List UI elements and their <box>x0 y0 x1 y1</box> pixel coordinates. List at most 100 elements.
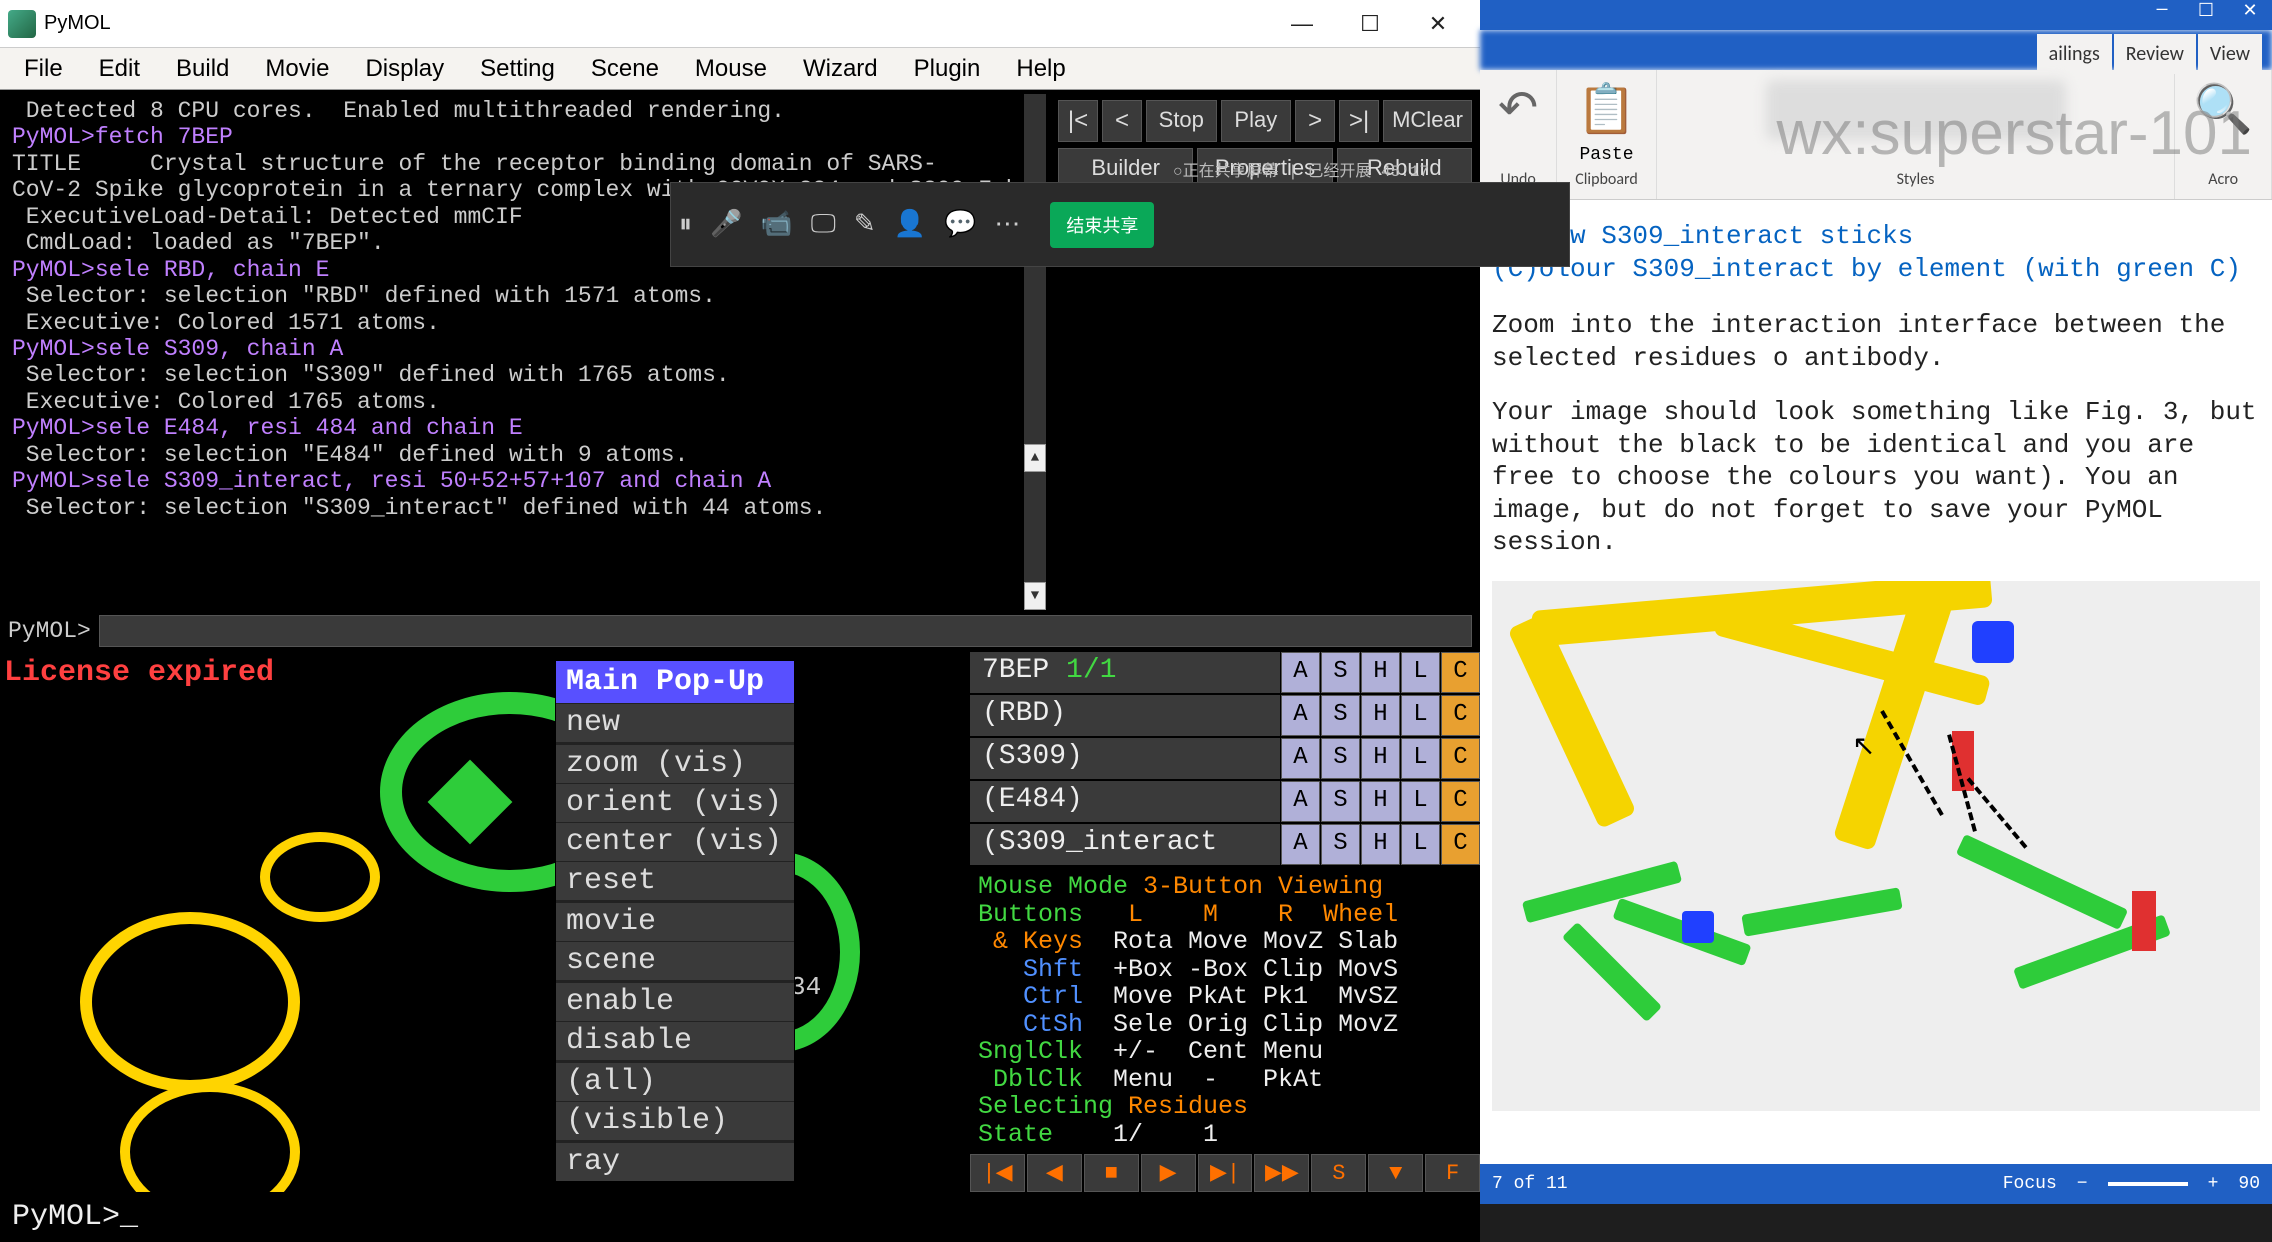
zoom-percent[interactable]: 90 <box>2238 1174 2260 1194</box>
zoom-end-share-button[interactable]: 结束共享 <box>1050 202 1154 248</box>
obj-s-button[interactable]: S <box>1321 781 1360 822</box>
obj-s-button[interactable]: S <box>1321 652 1360 693</box>
popup-new[interactable]: new <box>556 703 794 742</box>
zoom-more-icon[interactable]: ⋯ <box>994 209 1020 240</box>
obj-h-button[interactable]: H <box>1361 781 1400 822</box>
last-frame-button[interactable]: >| <box>1339 100 1379 142</box>
minimize-button[interactable]: — <box>1268 0 1336 48</box>
obj-l-button[interactable]: L <box>1401 695 1440 736</box>
zoom-slider[interactable] <box>2108 1182 2188 1186</box>
zoom-screen-icon[interactable]: 🖵 <box>811 210 836 240</box>
menu-movie[interactable]: Movie <box>247 49 347 89</box>
menu-file[interactable]: File <box>6 49 81 89</box>
mclear-button[interactable]: MClear <box>1383 100 1472 142</box>
paste-icon[interactable]: 📋 <box>1577 80 1637 140</box>
3d-viewport[interactable]: 34 <box>0 652 970 1197</box>
obj-a-button[interactable]: A <box>1281 652 1320 693</box>
obj-a-button[interactable]: A <box>1281 781 1320 822</box>
obj-l-button[interactable]: L <box>1401 781 1440 822</box>
zoom-mic-icon[interactable]: 🎤 <box>710 209 742 240</box>
menu-build[interactable]: Build <box>158 49 247 89</box>
object-name[interactable]: (S309_interact <box>970 824 1280 865</box>
undo-icon[interactable]: ↶ <box>1498 80 1538 139</box>
page-indicator[interactable]: 7 of 11 <box>1492 1174 1568 1194</box>
obj-s-button[interactable]: S <box>1321 695 1360 736</box>
obj-a-button[interactable]: A <box>1281 695 1320 736</box>
stop-button[interactable]: Stop <box>1146 100 1217 142</box>
word-close-icon[interactable]: ✕ <box>2228 0 2272 30</box>
zoom-mute-icon[interactable]: ⏸ <box>679 210 692 240</box>
menu-setting[interactable]: Setting <box>462 49 573 89</box>
player-btn-7[interactable]: ▼ <box>1368 1154 1423 1192</box>
obj-s-button[interactable]: S <box>1321 738 1360 779</box>
player-btn-5[interactable]: ▶▶ <box>1254 1154 1309 1192</box>
player-btn-4[interactable]: ▶| <box>1198 1154 1253 1192</box>
close-button[interactable]: ✕ <box>1404 0 1472 48</box>
obj-l-button[interactable]: L <box>1401 824 1440 865</box>
zoom-out-button[interactable]: − <box>2077 1174 2088 1194</box>
obj-l-button[interactable]: L <box>1401 738 1440 779</box>
obj-c-button[interactable]: C <box>1441 738 1480 779</box>
obj-h-button[interactable]: H <box>1361 824 1400 865</box>
popup-all[interactable]: (all) <box>556 1060 794 1101</box>
word-tab-view[interactable]: View <box>2198 34 2262 74</box>
player-btn-3[interactable]: ▶ <box>1141 1154 1196 1192</box>
player-btn-1[interactable]: ◀ <box>1027 1154 1082 1192</box>
menu-edit[interactable]: Edit <box>81 49 158 89</box>
prev-frame-button[interactable]: < <box>1102 100 1142 142</box>
player-btn-8[interactable]: F <box>1425 1154 1480 1192</box>
menu-display[interactable]: Display <box>347 49 462 89</box>
next-frame-button[interactable]: > <box>1295 100 1335 142</box>
doc-link-show[interactable]: (S)how S309_interact sticks <box>1492 220 2260 253</box>
menu-scene[interactable]: Scene <box>573 49 677 89</box>
popup-ray[interactable]: ray <box>556 1140 794 1181</box>
popup-reset[interactable]: reset <box>556 861 794 900</box>
first-frame-button[interactable]: |< <box>1058 100 1098 142</box>
obj-h-button[interactable]: H <box>1361 652 1400 693</box>
menu-help[interactable]: Help <box>998 49 1083 89</box>
player-btn-0[interactable]: |◀ <box>970 1154 1025 1192</box>
zoom-chat-icon[interactable]: 💬 <box>944 209 976 240</box>
maximize-button[interactable]: ☐ <box>1336 0 1404 48</box>
player-btn-2[interactable]: ■ <box>1084 1154 1139 1192</box>
player-btn-6[interactable]: S <box>1311 1154 1366 1192</box>
focus-mode-button[interactable]: Focus <box>2003 1174 2057 1194</box>
popup-visible[interactable]: (visible) <box>556 1101 794 1140</box>
word-tab-review[interactable]: Review <box>2114 34 2196 74</box>
object-name[interactable]: (S309) <box>970 738 1280 779</box>
popup-center[interactable]: center (vis) <box>556 822 794 861</box>
menu-wizard[interactable]: Wizard <box>785 49 896 89</box>
popup-enable[interactable]: enable <box>556 980 794 1021</box>
popup-movie[interactable]: movie <box>556 900 794 941</box>
obj-a-button[interactable]: A <box>1281 738 1320 779</box>
object-name[interactable]: (E484) <box>970 781 1280 822</box>
popup-scene[interactable]: scene <box>556 941 794 980</box>
zoom-remote-icon[interactable]: 👤 <box>894 209 926 240</box>
popup-disable[interactable]: disable <box>556 1021 794 1060</box>
word-maximize-icon[interactable]: ☐ <box>2184 0 2228 30</box>
menu-mouse[interactable]: Mouse <box>677 49 785 89</box>
object-name[interactable]: 7BEP 1/1 <box>970 652 1280 693</box>
console-scrollbar[interactable]: ▲ ▼ <box>1024 94 1046 610</box>
obj-c-button[interactable]: C <box>1441 652 1480 693</box>
find-icon[interactable]: 🔍 <box>2193 80 2253 140</box>
obj-h-button[interactable]: H <box>1361 738 1400 779</box>
zoom-video-icon[interactable]: 📹 <box>760 209 792 240</box>
play-button[interactable]: Play <box>1221 100 1292 142</box>
zoom-annotate-icon[interactable]: ✎ <box>854 209 876 240</box>
zoom-in-button[interactable]: + <box>2208 1174 2219 1194</box>
popup-orient[interactable]: orient (vis) <box>556 783 794 822</box>
scroll-down-icon[interactable]: ▼ <box>1024 582 1046 610</box>
popup-zoom[interactable]: zoom (vis) <box>556 742 794 783</box>
obj-a-button[interactable]: A <box>1281 824 1320 865</box>
obj-h-button[interactable]: H <box>1361 695 1400 736</box>
object-name[interactable]: (RBD) <box>970 695 1280 736</box>
menu-plugin[interactable]: Plugin <box>896 49 999 89</box>
obj-c-button[interactable]: C <box>1441 695 1480 736</box>
doc-link-colour[interactable]: (C)olour S309_interact by element (with … <box>1492 253 2260 286</box>
word-tab-mailings[interactable]: ailings <box>2037 34 2112 74</box>
word-minimize-icon[interactable]: — <box>2140 0 2184 30</box>
obj-s-button[interactable]: S <box>1321 824 1360 865</box>
cmdline-input[interactable] <box>99 615 1472 647</box>
obj-c-button[interactable]: C <box>1441 824 1480 865</box>
